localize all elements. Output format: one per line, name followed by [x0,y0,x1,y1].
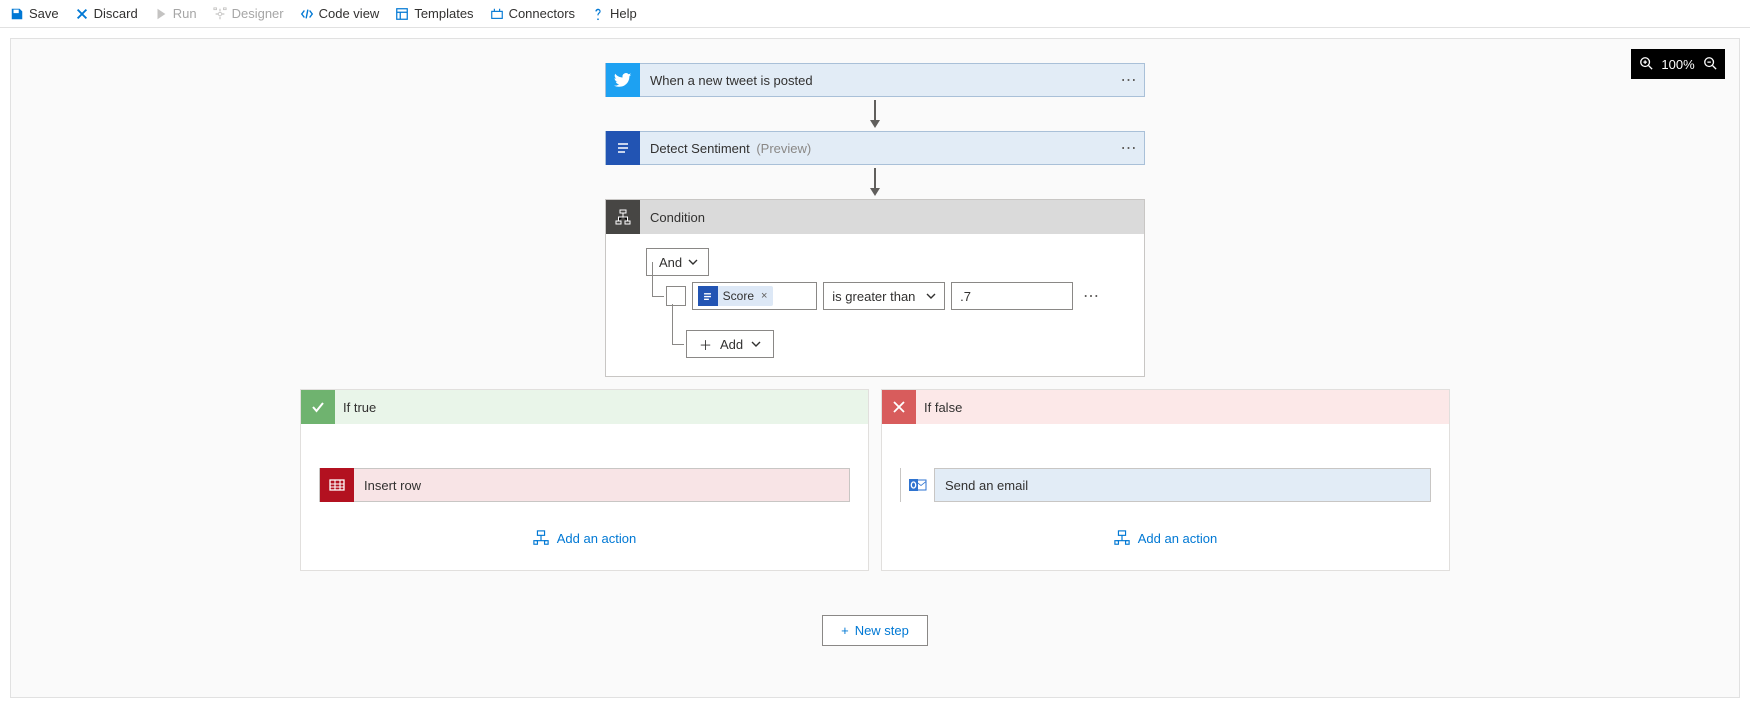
run-button[interactable]: Run [152,0,199,27]
toolbar-label: Connectors [509,6,575,21]
sentiment-title-text: Detect Sentiment [650,141,750,156]
add-action-icon [1114,530,1130,546]
check-icon [301,390,335,424]
condition-title: Condition [640,210,1144,225]
branch-title: If true [335,400,376,415]
group-operator-dropdown[interactable]: And [646,248,709,276]
designer-button[interactable]: Designer [211,0,286,27]
sentiment-card[interactable]: Detect Sentiment (Preview) [605,131,1145,165]
row-checkbox[interactable] [666,286,686,306]
play-icon [154,7,168,21]
if-true-branch: If true Insert row Add an action [300,389,869,571]
designer-canvas: 100% When a new tweet is posted Detect S… [10,38,1740,698]
toolbar-label: Discard [94,6,138,21]
discard-button[interactable]: Discard [73,0,140,27]
group-operator-label: And [659,255,682,270]
outlook-icon [901,468,935,502]
token-remove-button[interactable]: × [759,290,769,302]
toolbar-label: Save [29,6,59,21]
sql-icon [320,468,354,502]
branch-header[interactable]: If true [301,390,868,424]
if-false-branch: If false Send an email Add an action [881,389,1450,571]
flow-arrow [869,100,881,128]
help-button[interactable]: Help [589,0,639,27]
code-icon [300,7,314,21]
trigger-card[interactable]: When a new tweet is posted [605,63,1145,97]
toolbar-label: Run [173,6,197,21]
add-action-icon [533,530,549,546]
condition-value-right[interactable]: .7 [951,282,1073,310]
sentiment-title: Detect Sentiment (Preview) [640,141,1114,156]
add-action-button[interactable]: Add an action [533,530,637,546]
help-icon [591,7,605,21]
chevron-down-icon [751,337,761,352]
toolbar-label: Templates [414,6,473,21]
card-more-button[interactable] [1114,138,1144,158]
twitter-icon [606,63,640,97]
condition-header[interactable]: Condition [606,200,1144,234]
add-condition-button[interactable]: ＋ Add [686,330,774,358]
new-step-button[interactable]: + New step [822,615,928,646]
condition-icon [606,200,640,234]
operator-label: is greater than [832,289,915,304]
save-icon [10,7,24,21]
send-email-card[interactable]: Send an email [900,468,1431,502]
card-more-button[interactable] [1114,70,1144,90]
codeview-button[interactable]: Code view [298,0,382,27]
condition-operator-dropdown[interactable]: is greater than [823,282,945,310]
new-step-label: New step [855,623,909,638]
branch-title: If false [916,400,962,415]
toolbar-label: Help [610,6,637,21]
branch-header[interactable]: If false [882,390,1449,424]
save-button[interactable]: Save [8,0,61,27]
plus-icon: + [841,623,849,638]
designer-icon [213,7,227,21]
row-more-button[interactable] [1079,286,1104,306]
condition-branches: If true Insert row Add an action [300,389,1450,571]
condition-card: Condition And Score × [605,199,1145,377]
toolbar-label: Code view [319,6,380,21]
zoom-out-button[interactable] [1703,56,1717,73]
value-text: .7 [960,289,971,304]
chevron-down-icon [926,289,936,304]
add-action-button[interactable]: Add an action [1114,530,1218,546]
insert-row-card[interactable]: Insert row [319,468,850,502]
dynamic-token[interactable]: Score × [698,286,774,306]
close-icon [75,7,89,21]
action-title: Send an email [935,478,1430,493]
toolbar: Save Discard Run Designer Code view Temp… [0,0,1750,28]
action-title: Insert row [354,478,849,493]
chevron-down-icon [688,255,698,270]
add-label: Add [720,337,743,352]
templates-icon [395,7,409,21]
zoom-level: 100% [1661,57,1695,72]
token-label: Score [723,289,754,303]
templates-button[interactable]: Templates [393,0,475,27]
add-action-label: Add an action [1138,531,1218,546]
connectors-icon [490,7,504,21]
plus-icon: ＋ [699,335,712,354]
zoom-control: 100% [1631,49,1725,79]
preview-label: (Preview) [756,141,811,156]
flow-arrow [869,168,881,196]
zoom-in-button[interactable] [1639,56,1653,73]
condition-row: Score × is greater than .7 [666,282,1104,310]
connectors-button[interactable]: Connectors [488,0,577,27]
trigger-title: When a new tweet is posted [640,73,1114,88]
toolbar-label: Designer [232,6,284,21]
close-icon [882,390,916,424]
text-analytics-icon [698,286,718,306]
add-action-label: Add an action [557,531,637,546]
condition-value-left[interactable]: Score × [692,282,818,310]
text-analytics-icon [606,131,640,165]
